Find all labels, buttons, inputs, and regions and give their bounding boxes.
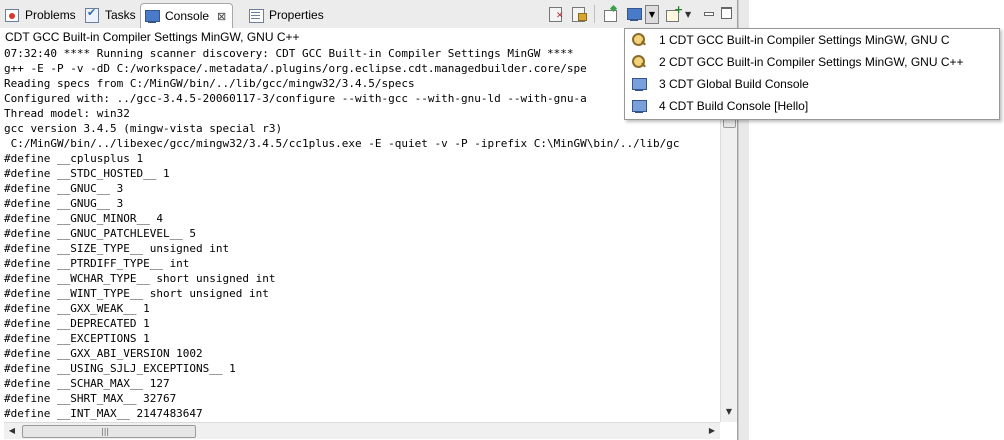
console-line: #define __EXCEPTIONS 1 bbox=[4, 332, 150, 345]
scrollbar-thumb[interactable]: ||| bbox=[22, 425, 196, 438]
console-line: #define __PTRDIFF_TYPE__ int bbox=[4, 257, 190, 270]
menu-item-gcc-c[interactable]: 1 CDT GCC Built-in Compiler Settings Min… bbox=[627, 29, 997, 51]
console-line: #define __STDC_HOSTED__ 1 bbox=[4, 167, 170, 180]
scanner-console-icon bbox=[631, 32, 647, 48]
console-line: #define __USING_SJLJ_EXCEPTIONS__ 1 bbox=[4, 362, 236, 375]
open-console-icon[interactable] bbox=[665, 3, 683, 22]
toolbar-separator bbox=[594, 5, 595, 23]
clear-console-icon[interactable] bbox=[548, 6, 564, 22]
console-line: #define __SIZE_TYPE__ unsigned int bbox=[4, 242, 230, 255]
scroll-lock-icon[interactable] bbox=[571, 6, 587, 22]
console-line: #define __SCHAR_MAX__ 127 bbox=[4, 377, 170, 390]
console-line: C:/MinGW/bin/../libexec/gcc/mingw32/3.4.… bbox=[4, 137, 680, 150]
close-icon[interactable]: ⊠ bbox=[217, 10, 226, 23]
console-line: #define __WINT_TYPE__ short unsigned int bbox=[4, 287, 269, 300]
console-line: #define __DEPRECATED 1 bbox=[4, 317, 150, 330]
console-line: #define __GNUC_PATCHLEVEL__ 5 bbox=[4, 227, 197, 240]
tab-label: Problems bbox=[25, 7, 76, 22]
scroll-left-icon[interactable]: ◀ bbox=[4, 423, 20, 439]
maximize-icon[interactable] bbox=[720, 6, 732, 19]
console-output[interactable]: 07:32:40 **** Running scanner discovery:… bbox=[4, 46, 721, 422]
scroll-right-icon[interactable]: ▶ bbox=[704, 423, 720, 439]
console-icon bbox=[144, 8, 160, 24]
tasks-icon bbox=[84, 6, 100, 23]
tab-console[interactable]: Console ⊠ bbox=[140, 3, 234, 28]
horizontal-scrollbar[interactable]: ◀ ||| ▶ bbox=[4, 422, 720, 439]
console-line: #define __GNUC_MINOR__ 4 bbox=[4, 212, 163, 225]
menu-item-gcc-cpp[interactable]: 2 CDT GCC Built-in Compiler Settings Min… bbox=[627, 51, 997, 73]
chevron-down-icon[interactable]: ▼ bbox=[645, 5, 659, 24]
scroll-down-icon[interactable]: ▼ bbox=[721, 404, 737, 420]
console-line: #define __GNUC__ 3 bbox=[4, 182, 124, 195]
display-console-menu: 1 CDT GCC Built-in Compiler Settings Min… bbox=[624, 28, 1000, 120]
grip-icon: ||| bbox=[101, 427, 110, 436]
console-line: #define __WCHAR_TYPE__ short unsigned in… bbox=[4, 272, 276, 285]
pin-console-icon[interactable] bbox=[602, 6, 618, 22]
minimize-icon[interactable] bbox=[702, 6, 714, 18]
view-tab-bar: Problems Tasks Console ⊠ Properties ▼ ▼ bbox=[0, 0, 737, 29]
console-line: #define __cplusplus 1 bbox=[4, 152, 144, 165]
tab-label: Tasks bbox=[105, 7, 136, 22]
menu-item-label: 4 CDT Build Console [Hello] bbox=[659, 99, 809, 113]
console-line: #define __SHRT_MAX__ 32767 bbox=[4, 392, 177, 405]
build-console-icon bbox=[631, 76, 647, 92]
chevron-down-icon[interactable]: ▼ bbox=[685, 10, 691, 19]
console-line: Reading specs from C:/MinGW/bin/../lib/g… bbox=[4, 77, 415, 90]
menu-item-global-build[interactable]: 3 CDT Global Build Console bbox=[627, 73, 997, 95]
console-line: Configured with: ../gcc-3.4.5-20060117-3… bbox=[4, 92, 587, 105]
menu-item-build-hello[interactable]: 4 CDT Build Console [Hello] bbox=[627, 95, 997, 117]
build-console-icon bbox=[631, 98, 647, 114]
menu-item-label: 2 CDT GCC Built-in Compiler Settings Min… bbox=[659, 55, 964, 69]
tab-problems[interactable]: Problems bbox=[4, 3, 76, 26]
tab-label: Properties bbox=[269, 7, 324, 22]
scanner-console-icon bbox=[631, 54, 647, 70]
tab-label: Console bbox=[165, 9, 210, 23]
console-line: #define __INT_MAX__ 2147483647 bbox=[4, 407, 203, 420]
tab-properties[interactable]: Properties bbox=[248, 3, 324, 26]
console-line: #define __GXX_ABI_VERSION 1002 bbox=[4, 347, 203, 360]
properties-icon bbox=[248, 7, 264, 23]
console-line: #define __GXX_WEAK__ 1 bbox=[4, 302, 150, 315]
tab-tasks[interactable]: Tasks bbox=[84, 3, 136, 26]
console-line: gcc version 3.4.5 (mingw-vista special r… bbox=[4, 122, 283, 135]
console-line: Thread model: win32 bbox=[4, 107, 130, 120]
console-line: #define __GNUG__ 3 bbox=[4, 197, 124, 210]
console-line: 07:32:40 **** Running scanner discovery:… bbox=[4, 47, 574, 60]
display-selected-console-icon[interactable] bbox=[626, 6, 642, 22]
problems-icon bbox=[4, 7, 20, 23]
menu-item-label: 1 CDT GCC Built-in Compiler Settings Min… bbox=[659, 33, 950, 47]
console-line: g++ -E -P -v -dD C:/workspace/.metadata/… bbox=[4, 62, 587, 75]
menu-item-label: 3 CDT Global Build Console bbox=[659, 77, 809, 91]
